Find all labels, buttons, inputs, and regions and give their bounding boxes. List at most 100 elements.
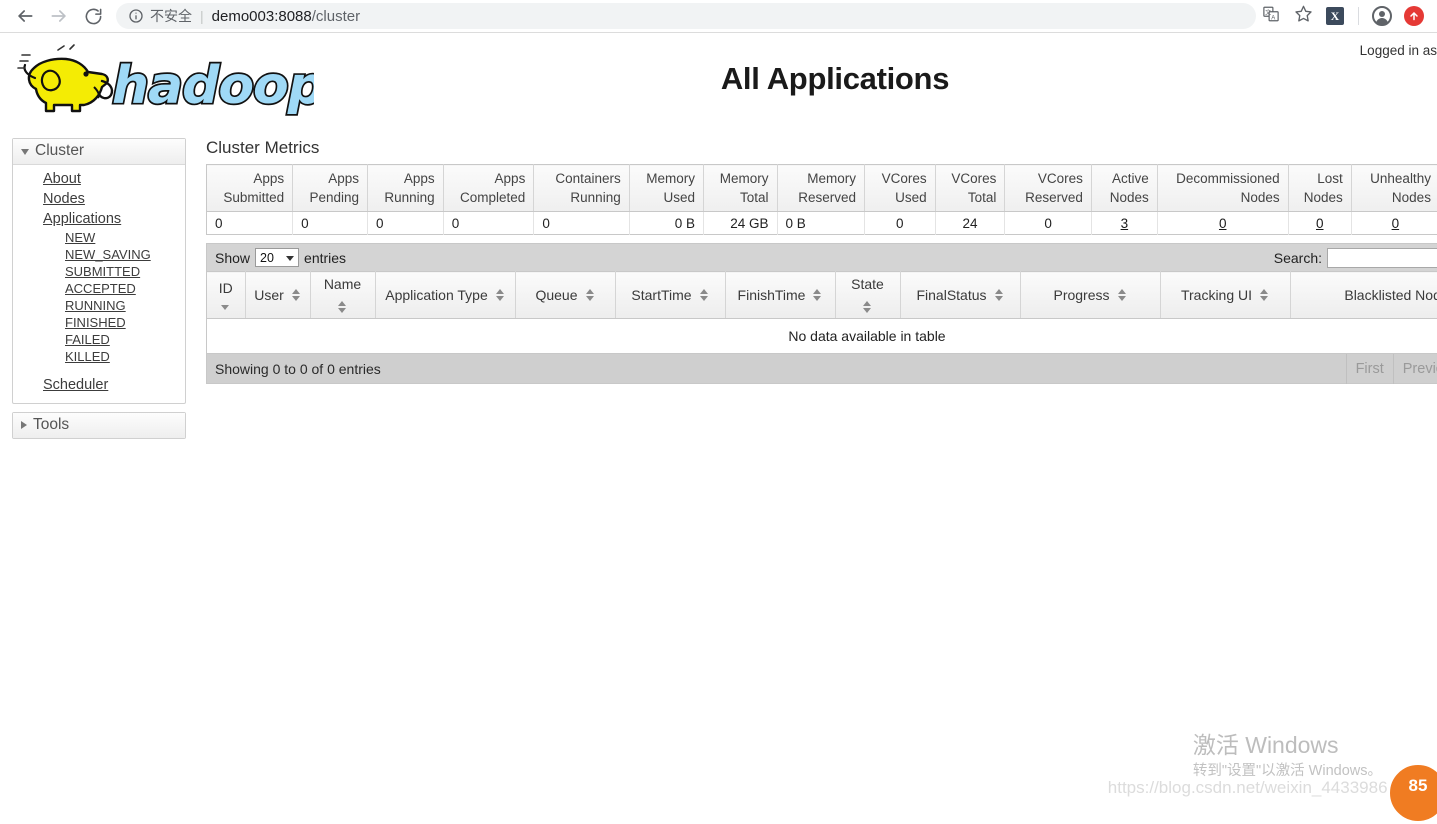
col-header-id[interactable]: ID xyxy=(207,272,245,319)
translate-icon: 文A xyxy=(1262,5,1280,28)
decommissioned-nodes-link[interactable]: 0 xyxy=(1219,216,1227,231)
windows-activation-title: 激活 Windows xyxy=(1193,730,1382,760)
back-button[interactable] xyxy=(8,1,42,31)
cluster-panel-header[interactable]: Cluster xyxy=(13,139,185,165)
reload-button[interactable] xyxy=(76,1,110,31)
metrics-val-active-nodes: 3 xyxy=(1091,212,1157,235)
page-length-value: 20 xyxy=(260,251,274,265)
sort-desc-icon xyxy=(221,304,230,311)
pagination-previous[interactable]: Previous xyxy=(1393,354,1437,384)
cluster-metrics-table: Apps Submitted Apps Pending Apps Running… xyxy=(206,164,1437,235)
sidebar-spacer xyxy=(13,365,185,375)
sidebar-item-new[interactable]: NEW xyxy=(13,229,185,246)
profile-button[interactable] xyxy=(1367,1,1397,31)
metrics-value-row: 0 0 0 0 0 0 B 24 GB 0 B 0 24 0 3 0 0 xyxy=(207,212,1437,235)
metrics-col-active-nodes: Active Nodes xyxy=(1091,165,1157,212)
tools-panel-header[interactable]: Tools xyxy=(13,413,185,438)
tools-panel-label: Tools xyxy=(33,416,69,434)
cluster-panel-body: About Nodes Applications NEW NEW_SAVING … xyxy=(13,165,185,403)
unhealthy-nodes-link[interactable]: 0 xyxy=(1392,216,1400,231)
update-button[interactable] xyxy=(1399,1,1429,31)
back-arrow-icon xyxy=(15,6,35,26)
col-header-tracking-ui[interactable]: Tracking UI xyxy=(1160,272,1290,319)
info-circle-icon[interactable] xyxy=(128,8,144,24)
sort-both-icon xyxy=(338,300,347,314)
pagination-first[interactable]: First xyxy=(1346,354,1393,384)
sidebar-item-failed[interactable]: FAILED xyxy=(13,331,185,348)
sidebar-item-about[interactable]: About xyxy=(13,169,185,189)
metrics-col-decommissioned-nodes: Decommissioned Nodes xyxy=(1157,165,1288,212)
csdn-url-watermark: https://blog.csdn.net/weixin_44339860 xyxy=(1108,778,1397,798)
metrics-col-memory-total: Memory Total xyxy=(704,165,778,212)
cluster-metrics-title: Cluster Metrics xyxy=(206,138,1437,158)
url-path: /cluster xyxy=(312,8,360,25)
col-label-tracking-ui: Tracking UI xyxy=(1181,287,1252,303)
translate-button[interactable]: 文A xyxy=(1256,1,1286,31)
chevron-right-icon xyxy=(21,421,27,429)
search-input[interactable] xyxy=(1327,248,1437,268)
metrics-val-vcores-reserved: 0 xyxy=(1005,212,1092,235)
sidebar-item-new-saving[interactable]: NEW_SAVING xyxy=(13,246,185,263)
sidebar-item-running[interactable]: RUNNING xyxy=(13,297,185,314)
col-header-progress[interactable]: Progress xyxy=(1020,272,1160,319)
security-status-label: 不安全 xyxy=(150,6,192,26)
page-length-select[interactable]: 20 xyxy=(255,248,299,267)
sidebar-item-scheduler[interactable]: Scheduler xyxy=(13,375,185,395)
metrics-val-apps-running: 0 xyxy=(368,212,444,235)
sidebar-item-killed[interactable]: KILLED xyxy=(13,348,185,365)
cluster-panel: Cluster About Nodes Applications NEW NEW… xyxy=(12,138,186,404)
col-label-progress: Progress xyxy=(1053,287,1109,303)
extension-button[interactable]: X xyxy=(1320,1,1350,31)
sidebar-item-submitted[interactable]: SUBMITTED xyxy=(13,263,185,280)
sidebar-item-accepted[interactable]: ACCEPTED xyxy=(13,280,185,297)
col-header-name[interactable]: Name xyxy=(310,272,375,319)
col-label-queue: Queue xyxy=(535,287,577,303)
col-header-finalstatus[interactable]: FinalStatus xyxy=(900,272,1020,319)
col-label-user: User xyxy=(254,287,284,303)
chevron-down-icon xyxy=(21,149,29,155)
sort-both-icon xyxy=(292,288,301,302)
forward-arrow-icon xyxy=(49,6,69,26)
metrics-col-apps-completed: Apps Completed xyxy=(443,165,534,212)
sidebar: Cluster About Nodes Applications NEW NEW… xyxy=(12,138,186,447)
col-header-blacklisted-nodes[interactable]: Blacklisted Nodes xyxy=(1290,272,1437,319)
col-header-user[interactable]: User xyxy=(245,272,310,319)
datatable-search-control: Search: xyxy=(1274,248,1437,268)
url-text: demo003:8088/cluster xyxy=(212,8,360,25)
col-header-application-type[interactable]: Application Type xyxy=(375,272,515,319)
metrics-col-memory-used: Memory Used xyxy=(629,165,703,212)
metrics-col-lost-nodes: Lost Nodes xyxy=(1288,165,1351,212)
profile-avatar-icon xyxy=(1372,6,1392,26)
bookmark-button[interactable] xyxy=(1288,1,1318,31)
logged-in-label: Logged in as xyxy=(1360,43,1437,58)
active-nodes-link[interactable]: 3 xyxy=(1121,216,1129,231)
navigation-buttons xyxy=(0,1,110,31)
sidebar-item-finished[interactable]: FINISHED xyxy=(13,314,185,331)
extension-x-icon: X xyxy=(1326,7,1344,25)
show-label: Show xyxy=(215,250,250,266)
svg-text:A: A xyxy=(1271,15,1275,21)
col-label-finalstatus: FinalStatus xyxy=(916,287,986,303)
metrics-val-apps-completed: 0 xyxy=(443,212,534,235)
metrics-val-memory-reserved: 0 B xyxy=(777,212,864,235)
col-label-name: Name xyxy=(324,276,361,292)
address-bar[interactable]: 不安全 | demo003:8088/cluster xyxy=(116,3,1256,29)
toolbar-divider xyxy=(1358,7,1359,25)
col-header-finishtime[interactable]: FinishTime xyxy=(725,272,835,319)
lost-nodes-link[interactable]: 0 xyxy=(1316,216,1324,231)
metrics-col-containers-running: Containers Running xyxy=(534,165,629,212)
sidebar-item-applications[interactable]: Applications xyxy=(13,209,185,229)
sidebar-item-nodes[interactable]: Nodes xyxy=(13,189,185,209)
col-label-application-type: Application Type xyxy=(385,287,487,303)
col-label-id: ID xyxy=(219,280,233,296)
metrics-col-vcores-reserved: VCores Reserved xyxy=(1005,165,1092,212)
col-header-starttime[interactable]: StartTime xyxy=(615,272,725,319)
col-header-queue[interactable]: Queue xyxy=(515,272,615,319)
entries-label: entries xyxy=(304,250,346,266)
metrics-val-vcores-total: 24 xyxy=(935,212,1005,235)
col-header-state[interactable]: State xyxy=(835,272,900,319)
sort-both-icon xyxy=(586,288,595,302)
col-label-finishtime: FinishTime xyxy=(738,287,806,303)
forward-button[interactable] xyxy=(42,1,76,31)
metrics-col-vcores-used: VCores Used xyxy=(865,165,936,212)
